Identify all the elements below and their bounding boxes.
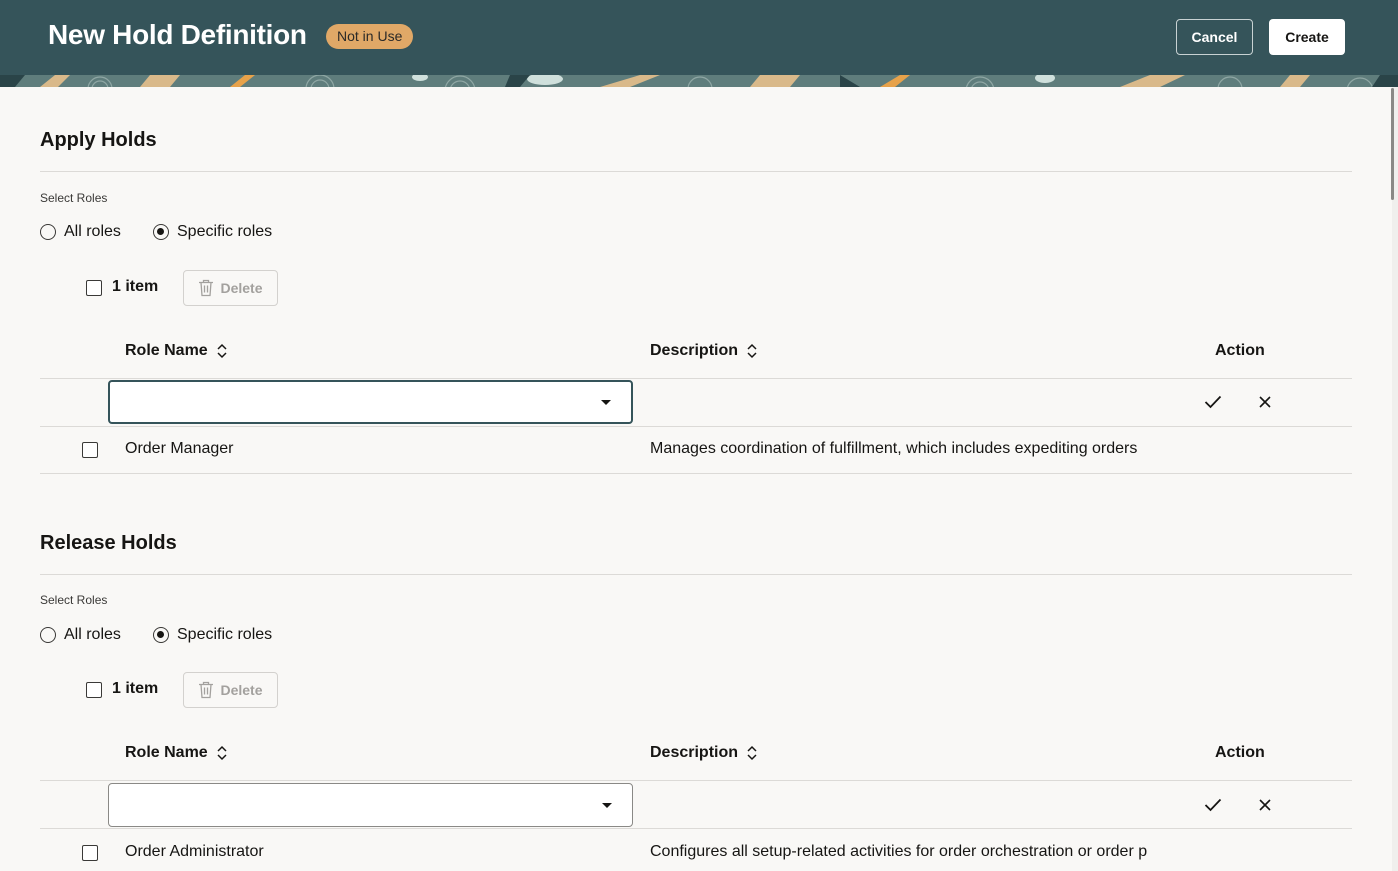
- table-row-divider: [40, 473, 1352, 474]
- trash-icon: [199, 681, 214, 699]
- sort-icon[interactable]: [216, 343, 228, 359]
- radio-button[interactable]: [40, 627, 56, 643]
- role-name-cell: Order Manager: [125, 440, 234, 457]
- radio-button-selected[interactable]: [153, 224, 169, 240]
- page-header: New Hold Definition Not in Use Cancel Cr…: [0, 0, 1398, 87]
- select-roles-label: Select Roles: [40, 593, 108, 607]
- sort-icon[interactable]: [216, 745, 228, 761]
- delete-label: Delete: [220, 280, 263, 296]
- scrollbar-track[interactable]: [1392, 87, 1398, 871]
- column-label: Description: [650, 744, 739, 761]
- description-cell: Manages coordination of fulfillment, whi…: [650, 440, 1138, 457]
- create-button[interactable]: Create: [1269, 19, 1345, 55]
- page-title: New Hold Definition: [48, 19, 307, 50]
- description-cell: Configures all setup-related activities …: [650, 843, 1148, 860]
- release-radio-all-roles[interactable]: All roles: [40, 625, 121, 645]
- select-roles-label: Select Roles: [40, 191, 108, 205]
- table-row-checkbox[interactable]: [82, 442, 98, 458]
- column-label: Role Name: [125, 744, 208, 761]
- decorative-pattern-band: [0, 75, 1398, 87]
- confirm-check-icon[interactable]: [1201, 390, 1225, 414]
- apply-holds-title: Apply Holds: [40, 129, 157, 151]
- column-header-description[interactable]: Description: [650, 744, 758, 762]
- confirm-check-icon[interactable]: [1201, 793, 1225, 817]
- radio-label: All roles: [64, 223, 121, 240]
- trash-icon: [199, 279, 214, 297]
- radio-label: Specific roles: [177, 626, 273, 643]
- scrollbar-thumb[interactable]: [1391, 88, 1394, 200]
- sort-icon[interactable]: [746, 343, 758, 359]
- release-role-name-select[interactable]: [108, 783, 633, 827]
- column-header-role-name[interactable]: Role Name: [125, 744, 228, 762]
- section-divider: [40, 171, 1352, 172]
- column-header-action: Action: [1215, 744, 1265, 762]
- radio-button[interactable]: [40, 224, 56, 240]
- apply-delete-button[interactable]: Delete: [183, 270, 278, 306]
- apply-radio-all-roles[interactable]: All roles: [40, 222, 121, 242]
- column-header-role-name[interactable]: Role Name: [125, 342, 228, 360]
- table-row-divider: [40, 828, 1352, 829]
- table-row-divider: [40, 780, 1352, 781]
- cancel-x-icon[interactable]: [1253, 390, 1277, 414]
- apply-radio-specific-roles[interactable]: Specific roles: [153, 222, 272, 242]
- apply-item-count: 1 item: [112, 278, 159, 295]
- status-badge: Not in Use: [326, 24, 414, 49]
- radio-label: All roles: [64, 626, 121, 643]
- sort-icon[interactable]: [746, 745, 758, 761]
- column-label: Action: [1215, 744, 1265, 761]
- radio-label: Specific roles: [177, 223, 273, 240]
- radio-button-selected[interactable]: [153, 627, 169, 643]
- release-delete-button[interactable]: Delete: [183, 672, 278, 708]
- column-header-description[interactable]: Description: [650, 342, 758, 360]
- section-divider: [40, 574, 1352, 575]
- release-item-count: 1 item: [112, 680, 159, 697]
- apply-select-all-checkbox[interactable]: [86, 280, 102, 296]
- delete-label: Delete: [220, 682, 263, 698]
- column-label: Action: [1215, 342, 1265, 359]
- release-select-all-checkbox[interactable]: [86, 682, 102, 698]
- column-header-action: Action: [1215, 342, 1265, 360]
- apply-role-name-select[interactable]: [108, 380, 633, 424]
- table-row-divider: [40, 378, 1352, 379]
- column-label: Description: [650, 342, 739, 359]
- caret-down-icon[interactable]: [602, 803, 612, 808]
- column-label: Role Name: [125, 342, 208, 359]
- role-name-cell: Order Administrator: [125, 843, 264, 860]
- table-row-checkbox[interactable]: [82, 845, 98, 861]
- table-row-divider: [40, 426, 1352, 427]
- release-holds-title: Release Holds: [40, 532, 177, 554]
- cancel-button[interactable]: Cancel: [1176, 19, 1253, 55]
- cancel-x-icon[interactable]: [1253, 793, 1277, 817]
- release-radio-specific-roles[interactable]: Specific roles: [153, 625, 272, 645]
- caret-down-icon[interactable]: [601, 400, 611, 405]
